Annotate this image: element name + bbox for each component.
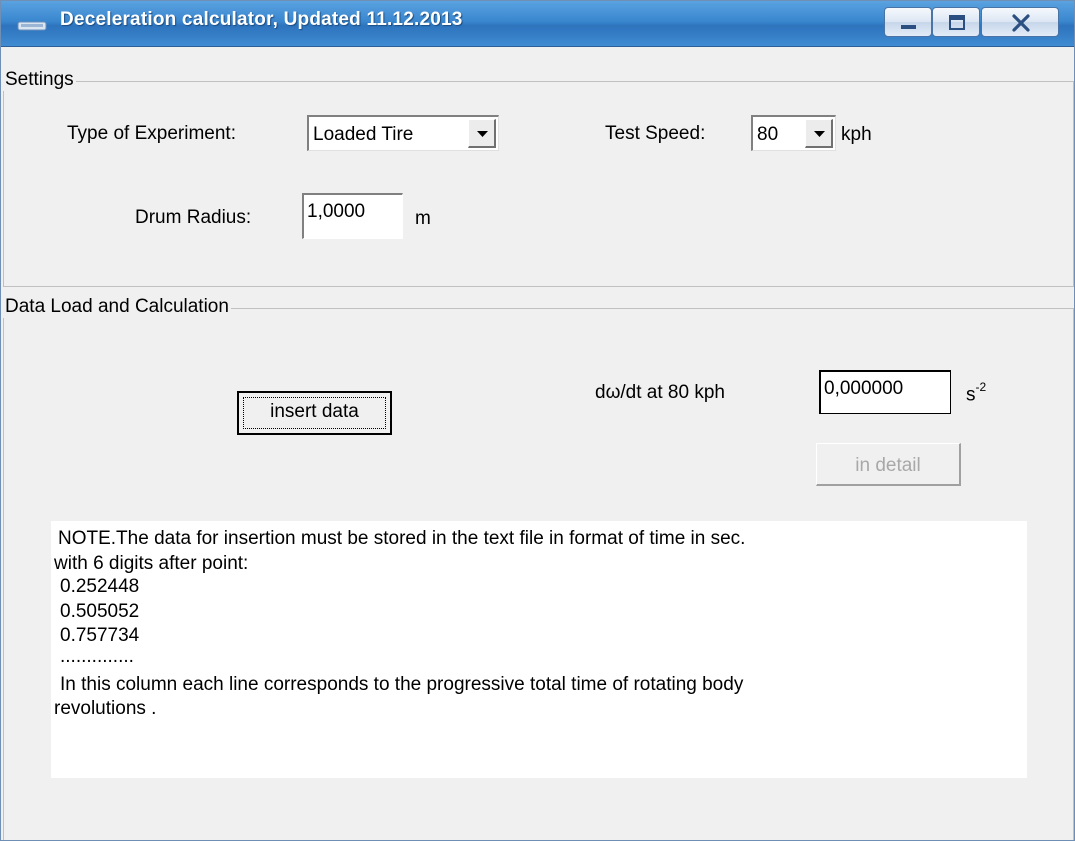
speed-select-value: 80: [757, 124, 779, 145]
minimize-button[interactable]: [884, 7, 932, 37]
experiment-select-value: Loaded Tire: [313, 124, 414, 145]
note-line: 0.505052: [60, 601, 140, 622]
title-bar[interactable]: Deceleration calculator, Updated 11.12.2…: [1, 1, 1074, 47]
result-output-value: 0,000000: [824, 378, 904, 399]
speed-unit: kph: [841, 124, 872, 145]
close-button[interactable]: [981, 7, 1059, 37]
experiment-dropdown-button[interactable]: [468, 119, 496, 148]
insert-data-button-label: insert data: [270, 401, 359, 422]
close-icon: [1012, 14, 1030, 32]
settings-group: [3, 81, 1074, 287]
chevron-down-icon: [477, 131, 488, 137]
note-line: In this column each line corresponds to …: [60, 674, 744, 695]
result-unit-base: s: [966, 384, 976, 406]
note-line: 0.757734: [60, 625, 140, 646]
maximize-button[interactable]: [932, 7, 980, 37]
result-unit: s-2: [966, 380, 987, 406]
radius-label: Drum Radius:: [135, 207, 252, 228]
experiment-select[interactable]: Loaded Tire: [307, 115, 499, 151]
result-output: 0,000000: [819, 370, 951, 414]
note-line: ..............: [60, 646, 134, 667]
radius-unit: m: [415, 208, 431, 229]
radius-input-value: 1,0000: [307, 201, 366, 222]
maximize-icon: [949, 15, 965, 30]
settings-group-label: Settings: [3, 69, 76, 91]
minimize-icon: [901, 25, 916, 29]
note-line: NOTE.The data for insertion must be stor…: [58, 528, 746, 549]
in-detail-button-label: in detail: [855, 455, 921, 476]
note-line: with 6 digits after point:: [54, 553, 249, 574]
speed-dropdown-button[interactable]: [805, 119, 833, 148]
data-load-group-label: Data Load and Calculation: [3, 296, 231, 318]
window-title: Deceleration calculator, Updated 11.12.2…: [60, 9, 463, 30]
app-icon: [17, 21, 47, 31]
app-window: Deceleration calculator, Updated 11.12.2…: [0, 0, 1075, 841]
radius-input[interactable]: 1,0000: [302, 193, 403, 239]
experiment-label: Type of Experiment:: [67, 123, 236, 144]
insert-data-button[interactable]: insert data: [237, 391, 392, 435]
speed-label: Test Speed:: [605, 123, 706, 144]
result-unit-exponent: -2: [975, 380, 987, 394]
in-detail-button[interactable]: in detail: [816, 443, 961, 486]
chevron-down-icon: [814, 131, 825, 137]
speed-select[interactable]: 80: [751, 115, 836, 151]
note-line: 0.252448: [60, 576, 140, 597]
note-line: revolutions .: [54, 698, 157, 719]
note-panel: NOTE.The data for insertion must be stor…: [51, 521, 1027, 778]
result-label: dω/dt at 80 kph: [595, 382, 725, 403]
